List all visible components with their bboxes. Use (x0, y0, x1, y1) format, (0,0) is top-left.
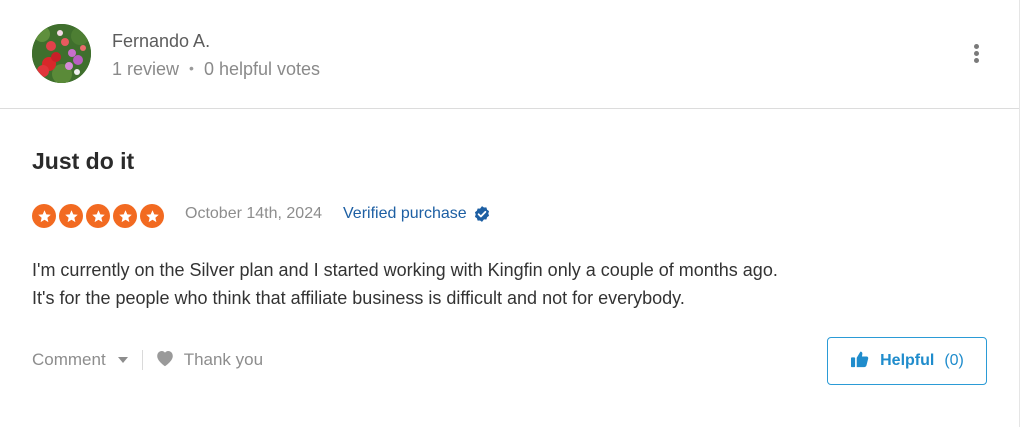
more-vertical-icon-dot (974, 51, 979, 56)
review-body: I'm currently on the Silver plan and I s… (32, 256, 932, 312)
review-title: Just do it (32, 148, 135, 174)
thumbs-up-icon (850, 350, 870, 373)
review-count: 1 review (112, 59, 180, 79)
verified-purchase-label: Verified purchase (343, 205, 467, 222)
helpful-label: Helpful (880, 352, 935, 369)
helpful-count: (0) (944, 352, 964, 369)
star-icon (86, 204, 110, 228)
more-vertical-icon-dot (974, 58, 979, 63)
star-icon (32, 204, 56, 228)
reviewer-stats: 1 review • 0 helpful votes (112, 59, 320, 80)
star-rating (32, 204, 164, 228)
helpful-button[interactable]: Helpful (0) (827, 337, 987, 385)
right-divider (1019, 0, 1020, 427)
helpful-votes-count: 0 helpful votes (203, 59, 321, 79)
thank-you-label: Thank you (183, 350, 264, 369)
star-icon (113, 204, 137, 228)
reviewer-name[interactable]: Fernando A. (112, 31, 210, 52)
avatar-flower-image (32, 24, 91, 83)
more-options-button[interactable] (966, 40, 988, 68)
meta-separator: • (189, 60, 194, 76)
review-body-line: I'm currently on the Silver plan and I s… (32, 260, 778, 280)
comment-button[interactable]: Comment (32, 350, 128, 370)
review-card: Fernando A. 1 review • 0 helpful votes Jus… (0, 0, 1024, 427)
verified-purchase-badge[interactable]: Verified purchase (343, 205, 491, 223)
more-vertical-icon (974, 44, 979, 49)
check-badge-icon (473, 205, 491, 223)
reviewer-header: Fernando A. 1 review • 0 helpful votes (0, 0, 1019, 109)
star-icon (140, 204, 164, 228)
thank-you-button[interactable]: Thank you (155, 349, 263, 372)
action-divider (141, 350, 143, 370)
review-body-line: It's for the people who think that affil… (32, 288, 685, 308)
review-actions: Comment Thank you (32, 348, 263, 372)
chevron-down-icon (117, 357, 128, 363)
avatar[interactable] (32, 24, 91, 83)
heart-icon (155, 349, 175, 372)
star-icon (59, 204, 83, 228)
review-date: October 14th, 2024 (185, 205, 322, 222)
comment-label: Comment (32, 350, 106, 369)
